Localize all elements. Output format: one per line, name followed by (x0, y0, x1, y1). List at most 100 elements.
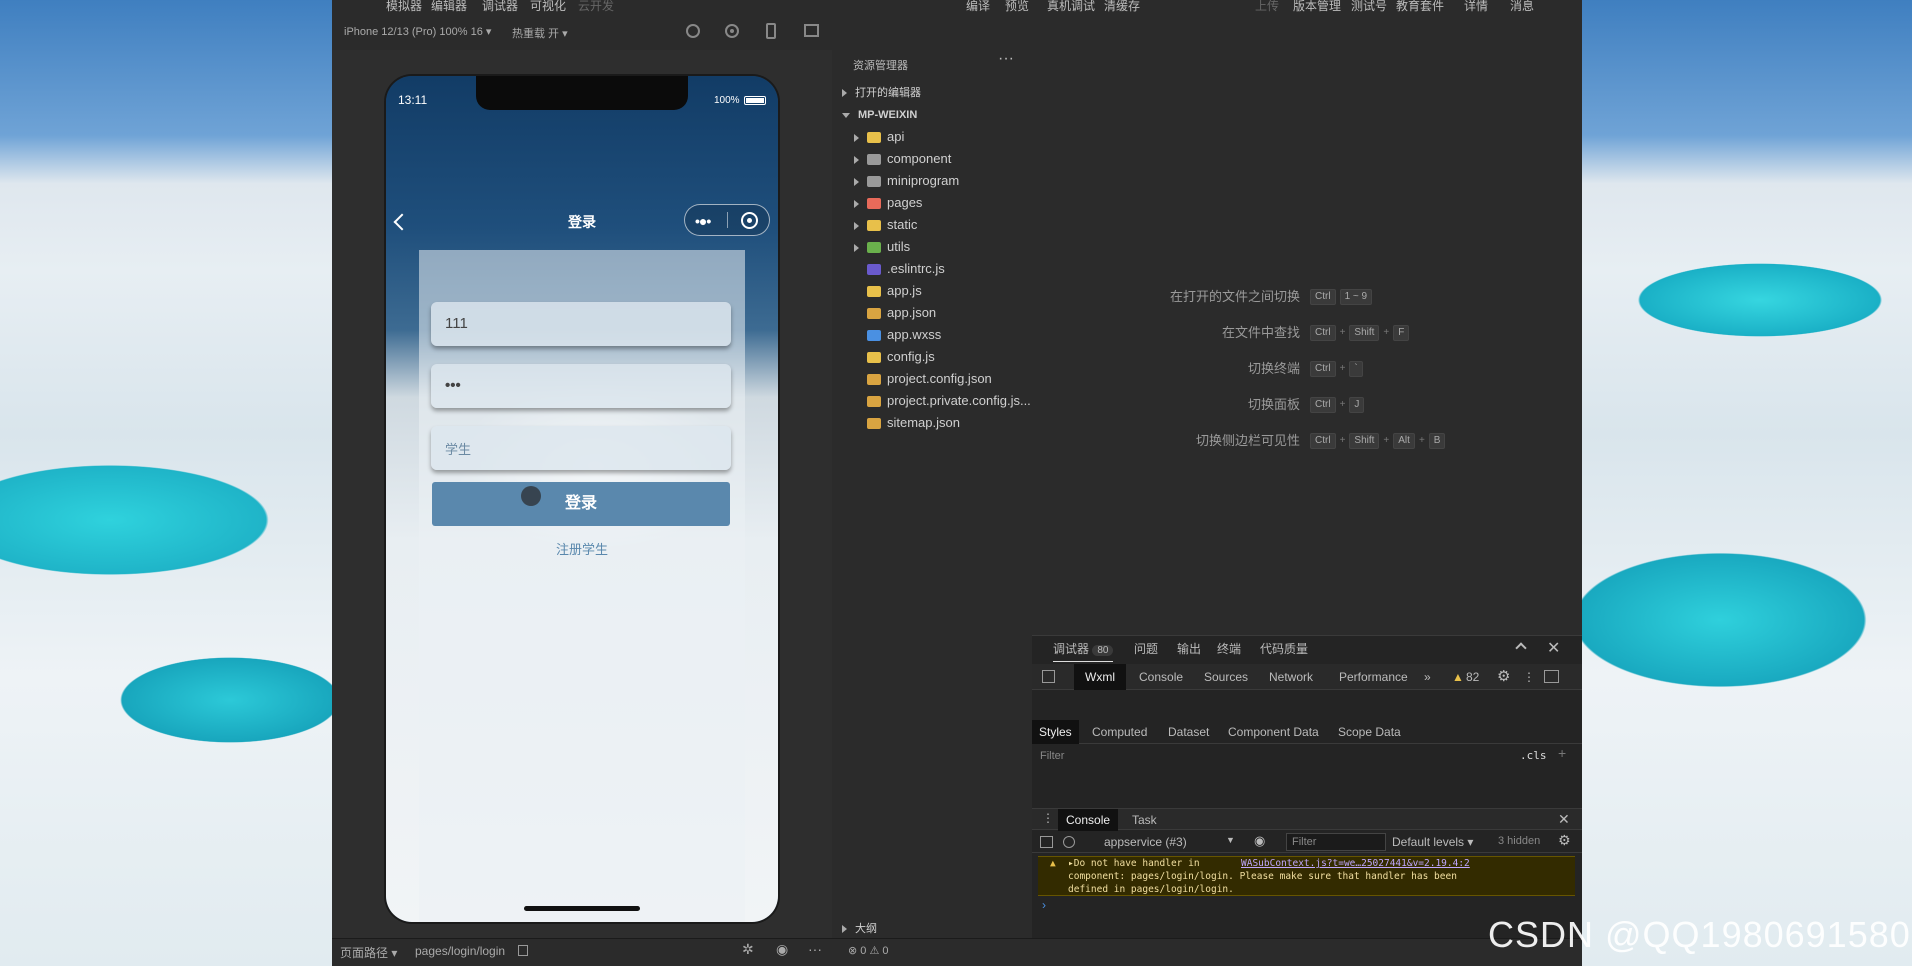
error-warning-count[interactable]: ⊗ 0 ⚠ 0 (848, 944, 888, 957)
hotreload-toggle[interactable]: 热重载 开 ▾ (512, 25, 568, 41)
tab-styles[interactable]: Styles (1032, 720, 1079, 744)
file-item[interactable]: sitemap.json (834, 412, 1032, 434)
drawer-tab-task[interactable]: Task (1132, 809, 1157, 831)
console-settings-icon[interactable]: ⚙ (1558, 832, 1571, 849)
menu-editor[interactable]: 编辑器 (431, 0, 467, 14)
menu-version[interactable]: 版本管理 (1293, 0, 1341, 14)
expand-arrow-icon[interactable] (854, 133, 859, 142)
tab-code-quality[interactable]: 代码质量 (1260, 636, 1308, 662)
role-picker[interactable]: 学生 (431, 426, 731, 470)
folder-item[interactable]: miniprogram (834, 170, 1032, 192)
tab-network[interactable]: Network (1269, 664, 1313, 690)
window-icon[interactable] (804, 24, 819, 37)
cls-button[interactable]: .cls (1520, 749, 1547, 762)
outline-section[interactable]: 大纲 (834, 918, 1032, 940)
copy-icon[interactable] (518, 945, 528, 956)
tab-problems[interactable]: 问题 (1134, 636, 1158, 662)
clear-console-icon[interactable] (1063, 836, 1075, 848)
tree-item-label: api (887, 129, 905, 144)
menu-testid[interactable]: 测试号 (1351, 0, 1387, 14)
menu-messages[interactable]: 消息 (1510, 0, 1534, 14)
eye-icon[interactable]: ◉ (1254, 833, 1265, 849)
close-miniprogram-icon[interactable] (741, 212, 758, 229)
folder-item[interactable]: pages (834, 192, 1032, 214)
warning-icon[interactable]: ▲ (1452, 664, 1464, 690)
menu-details[interactable]: 详情 (1464, 0, 1488, 14)
console-filter-input[interactable]: Filter (1286, 833, 1386, 851)
file-item[interactable]: app.json (834, 302, 1032, 324)
more-dots-bottom-icon[interactable]: ··· (808, 941, 822, 957)
tab-computed[interactable]: Computed (1092, 720, 1147, 744)
file-item[interactable]: project.config.json (834, 368, 1032, 390)
more-dots-icon[interactable]: •●• (695, 213, 711, 229)
expand-arrow-icon[interactable] (854, 177, 859, 186)
tab-wxml[interactable]: Wxml (1074, 664, 1126, 690)
menu-cloud[interactable]: 云开发 (578, 0, 614, 14)
tab-dataset[interactable]: Dataset (1168, 720, 1209, 744)
sidebar-toggle-icon[interactable] (1040, 836, 1053, 848)
menu-simulator[interactable]: 模拟器 (386, 0, 422, 14)
folder-item[interactable]: utils (834, 236, 1032, 258)
drawer-kebab-icon[interactable]: ⋮ (1042, 811, 1054, 825)
context-select[interactable]: appservice (#3) (1104, 835, 1187, 849)
password-input[interactable]: ••• (431, 364, 731, 408)
device-select[interactable]: iPhone 12/13 (Pro) 100% 16 ▾ (344, 25, 491, 38)
file-item[interactable]: .eslintrc.js (834, 258, 1032, 280)
tab-output[interactable]: 输出 (1177, 636, 1201, 662)
settings-gear-icon[interactable]: ⚙ (1497, 664, 1510, 690)
expand-arrow-icon[interactable] (854, 221, 859, 230)
dock-icon[interactable] (1544, 670, 1559, 683)
context-dropdown-icon[interactable]: ▼ (1226, 835, 1235, 845)
tab-component-data[interactable]: Component Data (1228, 720, 1319, 744)
folder-item[interactable]: static (834, 214, 1032, 236)
add-rule-icon[interactable]: + (1558, 745, 1566, 761)
username-input[interactable]: 111 (431, 302, 731, 346)
collapse-icon[interactable] (1515, 642, 1527, 654)
register-link[interactable]: 注册学生 (386, 539, 778, 558)
menu-compile[interactable]: 编译 (966, 0, 990, 14)
folder-item[interactable]: api (834, 126, 1032, 148)
menu-visual[interactable]: 可视化 (530, 0, 566, 14)
inspect-icon[interactable] (1042, 670, 1055, 683)
file-icon (867, 396, 881, 408)
folder-item[interactable]: component (834, 148, 1032, 170)
page-path-label[interactable]: 页面路径 ▾ (340, 944, 397, 961)
project-root[interactable]: MP-WEIXIN (834, 104, 1032, 126)
tab-console[interactable]: Console (1139, 664, 1183, 690)
debug-bug-icon[interactable]: ✲ (742, 941, 754, 958)
more-icon[interactable]: ··· (998, 50, 1014, 68)
file-item[interactable]: app.js (834, 280, 1032, 302)
more-tabs-icon[interactable]: » (1424, 664, 1431, 690)
drawer-close-icon[interactable]: ✕ (1558, 811, 1570, 828)
menu-edu[interactable]: 教育套件 (1396, 0, 1444, 14)
menu-preview[interactable]: 预览 (1005, 0, 1029, 14)
expand-arrow-icon[interactable] (854, 155, 859, 164)
phone-icon[interactable] (766, 23, 776, 39)
menu-upload[interactable]: 上传 (1255, 0, 1279, 14)
menu-real-debug[interactable]: 真机调试 (1047, 0, 1095, 14)
tab-scope-data[interactable]: Scope Data (1338, 720, 1401, 744)
menu-debugger[interactable]: 调试器 (482, 0, 518, 14)
record-icon[interactable] (725, 24, 739, 38)
close-panel-icon[interactable]: ✕ (1547, 638, 1560, 658)
levels-select[interactable]: Default levels ▾ (1392, 835, 1473, 849)
tab-sources[interactable]: Sources (1204, 664, 1248, 690)
login-button[interactable]: 登录 (432, 482, 730, 526)
drawer-tab-console[interactable]: Console (1058, 809, 1119, 831)
file-item[interactable]: config.js (834, 346, 1032, 368)
preview-eye-icon[interactable]: ◉ (776, 941, 788, 958)
file-item[interactable]: project.private.config.js... (834, 390, 1032, 412)
expand-arrow-icon[interactable] (854, 243, 859, 252)
open-editors-section[interactable]: 打开的编辑器 (834, 82, 1032, 104)
console-prompt[interactable]: › (1042, 898, 1046, 912)
tab-terminal[interactable]: 终端 (1217, 636, 1241, 662)
tab-performance[interactable]: Performance (1339, 664, 1408, 690)
kebab-icon[interactable]: ⋮ (1523, 664, 1535, 690)
file-item[interactable]: app.wxss (834, 324, 1032, 346)
menu-clear-cache[interactable]: 清缓存 (1104, 0, 1140, 14)
tab-debugger[interactable]: 调试器 80 (1053, 636, 1114, 662)
source-link[interactable]: WASubContext.js?t=we…25027441&v=2.19.4:2 (1241, 857, 1470, 870)
rotate-icon[interactable] (686, 24, 700, 38)
styles-filter-input[interactable]: Filter (1040, 750, 1064, 762)
expand-arrow-icon[interactable] (854, 199, 859, 208)
